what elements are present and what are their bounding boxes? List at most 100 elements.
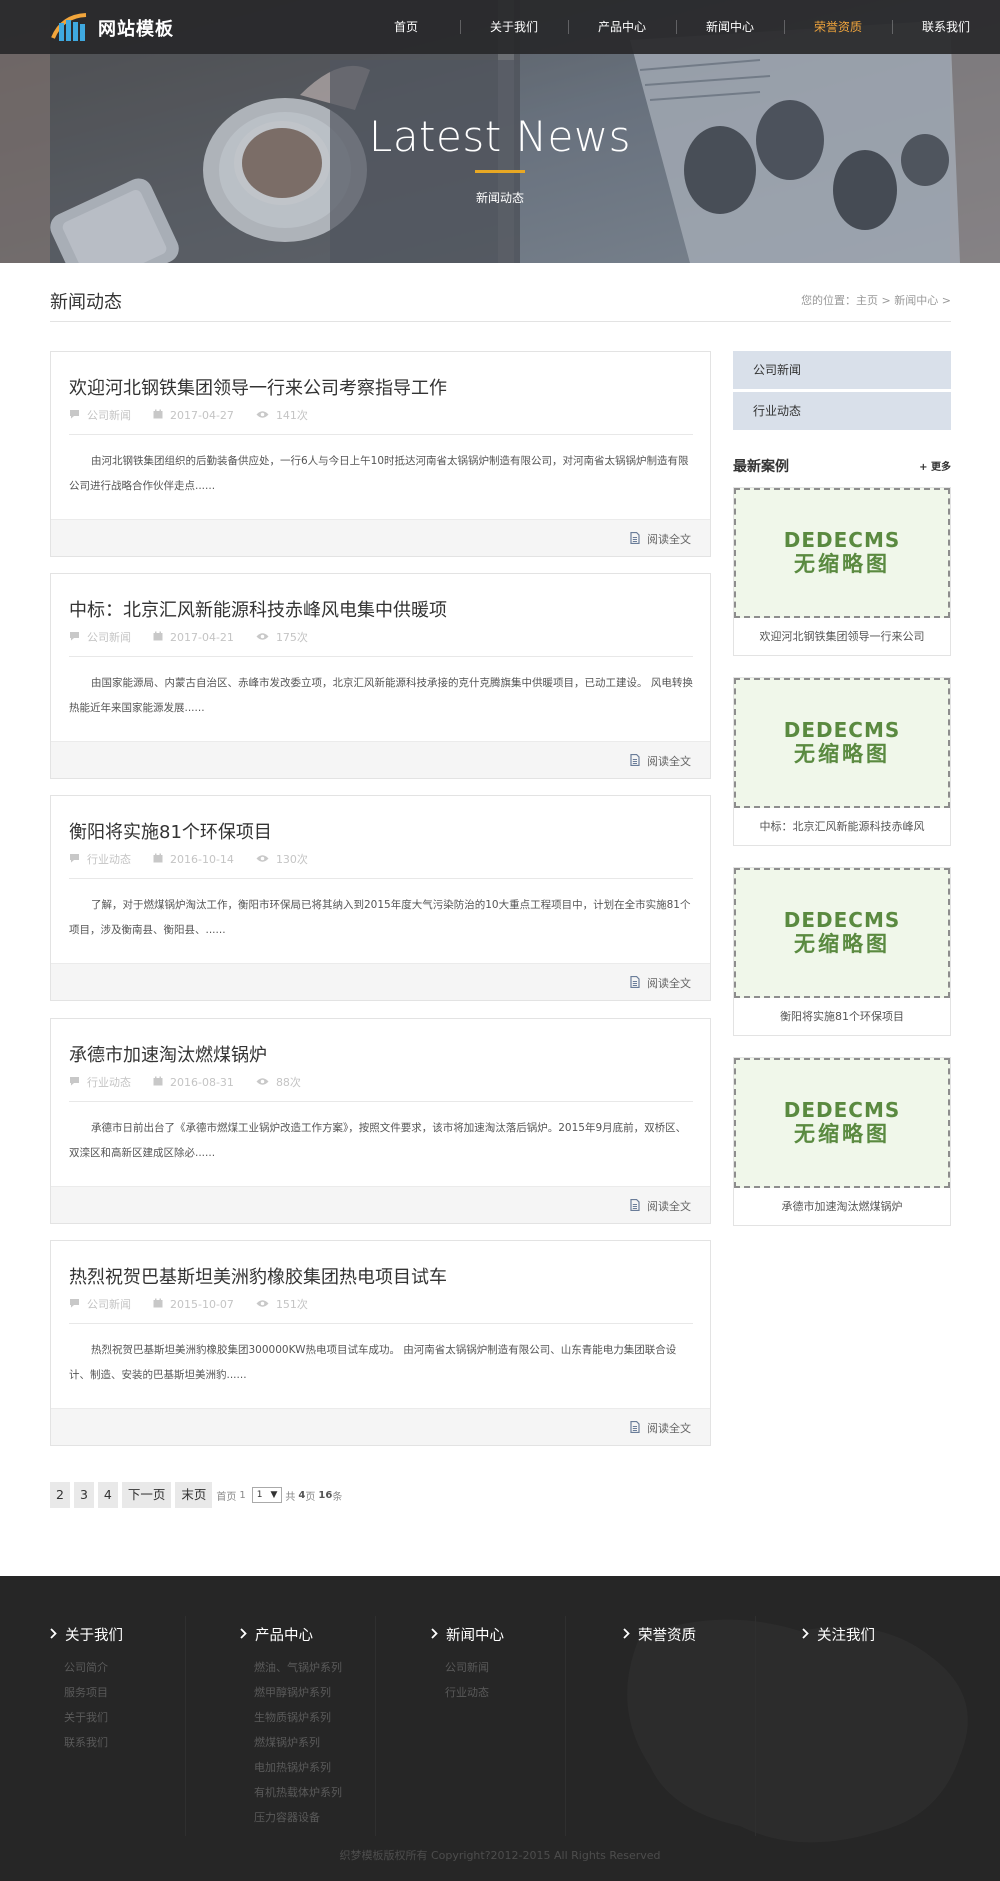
- case-card[interactable]: DEDECMS 无缩略图欢迎河北钢铁集团领导一行来公司: [733, 487, 951, 656]
- thumbnail-text-line1: DEDECMS: [783, 528, 901, 552]
- breadcrumb[interactable]: 您的位置：主页 > 新闻中心 >: [801, 292, 951, 308]
- banner-underline: [475, 170, 525, 173]
- footer-heading-text: 新闻中心: [446, 1628, 504, 1644]
- total-prefix: 共: [285, 1491, 296, 1503]
- article-category: 行业动态: [69, 1074, 131, 1090]
- article-divider: [69, 656, 693, 657]
- article-meta: 公司新闻 2017-04-21 175次: [69, 629, 330, 645]
- footer-link[interactable]: 电加热锅炉系列: [254, 1755, 342, 1780]
- article-footer: 阅读全文: [51, 741, 710, 778]
- news-article-card: 中标：北京汇风新能源科技赤峰风电集中供暖项 公司新闻 2017-04-21 175次由…: [50, 573, 711, 779]
- eye-icon: [256, 409, 269, 422]
- article-category: 行业动态: [69, 851, 131, 867]
- article-category-text: 行业动态: [87, 1076, 131, 1089]
- article-footer: 阅读全文: [51, 1408, 710, 1445]
- footer-link[interactable]: 生物质锅炉系列: [254, 1705, 342, 1730]
- footer-link[interactable]: 公司简介: [64, 1655, 123, 1680]
- footer-link-list: 公司新闻 行业动态: [431, 1655, 504, 1705]
- footer-heading-text: 荣誉资质: [638, 1628, 696, 1644]
- nav-item-honors[interactable]: 荣誉资质: [784, 0, 892, 54]
- read-more-link[interactable]: 阅读全文: [630, 1420, 691, 1436]
- footer-link[interactable]: 服务项目: [64, 1680, 123, 1705]
- case-thumbnail: DEDECMS 无缩略图: [734, 1058, 950, 1188]
- chevron-right-icon: [623, 1627, 630, 1643]
- article-date: 2016-10-14: [153, 853, 234, 866]
- case-card[interactable]: DEDECMS 无缩略图 承德市加速淘汰燃煤锅炉: [733, 1057, 951, 1226]
- footer-column-heading[interactable]: 荣誉资质: [623, 1624, 696, 1645]
- total-items: 16: [318, 1489, 333, 1501]
- footer-heading-text: 关注我们: [817, 1628, 875, 1644]
- footer-heading-text: 产品中心: [255, 1628, 313, 1644]
- sidebar-category-industry-news[interactable]: 行业动态: [733, 392, 951, 430]
- footer-link[interactable]: 有机热载体炉系列: [254, 1780, 342, 1805]
- footer-link[interactable]: 燃甲醇锅炉系列: [254, 1680, 342, 1705]
- nav-item-news[interactable]: 新闻中心: [676, 0, 784, 54]
- thumbnail-text-line2: 无缩略图: [794, 1122, 890, 1146]
- footer-column-heading[interactable]: 新闻中心: [431, 1624, 504, 1645]
- footer-link[interactable]: 公司新闻: [445, 1655, 504, 1680]
- nav-item-about[interactable]: 关于我们: [460, 0, 568, 54]
- page-link-4[interactable]: 4: [97, 1482, 118, 1508]
- next-page-button[interactable]: 下一页: [121, 1482, 172, 1508]
- latest-cases-more-link[interactable]: + 更多: [919, 458, 951, 473]
- latest-cases-header: 最新案例 + 更多: [733, 454, 951, 479]
- nav-item-home[interactable]: 首页: [352, 0, 460, 54]
- footer-column: 新闻中心公司新闻 行业动态: [431, 1624, 504, 1705]
- footer-link[interactable]: 关于我们: [64, 1705, 123, 1730]
- case-caption[interactable]: 欢迎河北钢铁集团领导一行来公司: [734, 618, 950, 655]
- article-views: 151次: [256, 1296, 308, 1312]
- article-date: 2016-08-31: [153, 1076, 234, 1089]
- footer-column: 荣誉资质: [623, 1624, 696, 1655]
- footer-column-heading[interactable]: 关注我们: [802, 1624, 875, 1645]
- case-caption[interactable]: 中标：北京汇风新能源科技赤峰风: [734, 808, 950, 845]
- site-logo[interactable]: 网站模板: [50, 8, 174, 48]
- article-divider: [69, 1101, 693, 1102]
- read-more-link[interactable]: 阅读全文: [630, 531, 691, 547]
- page-link-3[interactable]: 3: [73, 1482, 94, 1508]
- read-more-label: 阅读全文: [647, 755, 691, 768]
- footer-link[interactable]: 压力容器设备: [254, 1805, 342, 1830]
- logo-mark-icon: [50, 11, 92, 45]
- footer-divider: [565, 1616, 566, 1836]
- last-page-button[interactable]: 末页: [175, 1482, 213, 1508]
- nav-item-products[interactable]: 产品中心: [568, 0, 676, 54]
- case-caption[interactable]: 承德市加速淘汰燃煤锅炉: [734, 1188, 950, 1225]
- read-more-link[interactable]: 阅读全文: [630, 975, 691, 991]
- article-title[interactable]: 热烈祝贺巴基斯坦美洲豹橡胶集团热电项目试车: [69, 1263, 447, 1289]
- article-title[interactable]: 欢迎河北钢铁集团领导一行来公司考察指导工作: [69, 374, 447, 400]
- first-page-label: 首页: [216, 1491, 237, 1503]
- footer-column-heading[interactable]: 关于我们: [50, 1624, 123, 1645]
- page-select-value: 1: [256, 1490, 263, 1500]
- eye-icon: [256, 631, 269, 644]
- eye-icon: [256, 1076, 269, 1089]
- footer-column: 关于我们 公司简介 服务项目 关于我们 联系我们: [50, 1624, 123, 1755]
- page-select[interactable]: 1 ▼: [251, 1487, 283, 1503]
- article-title[interactable]: 承德市加速淘汰燃煤锅炉: [69, 1041, 267, 1067]
- banner-title: Latest News: [368, 112, 632, 161]
- sidebar-category-company-news[interactable]: 公司新闻: [733, 351, 951, 389]
- case-card[interactable]: DEDECMS 无缩略图 中标：北京汇风新能源科技赤峰风: [733, 677, 951, 846]
- footer-link[interactable]: 燃煤锅炉系列: [254, 1730, 342, 1755]
- article-category-text: 公司新闻: [87, 631, 131, 644]
- footer-column: 关注我们: [802, 1624, 875, 1655]
- article-title[interactable]: 衡阳将实施81个环保项目: [69, 818, 272, 844]
- read-more-link[interactable]: 阅读全文: [630, 753, 691, 769]
- case-caption[interactable]: 衡阳将实施81个环保项目: [734, 998, 950, 1035]
- page-link-2[interactable]: 2: [50, 1482, 70, 1508]
- article-views-text: 141次: [275, 409, 308, 422]
- article-footer: 阅读全文: [51, 519, 710, 556]
- footer-column-heading[interactable]: 产品中心: [240, 1624, 342, 1645]
- eye-icon: [256, 853, 269, 866]
- document-icon: [630, 1198, 640, 1214]
- read-more-link[interactable]: 阅读全文: [630, 1198, 691, 1214]
- thumbnail-text-line2: 无缩略图: [794, 552, 890, 576]
- article-title[interactable]: 中标：北京汇风新能源科技赤峰风电集中供暖项: [69, 596, 447, 622]
- comment-icon: [69, 1298, 80, 1311]
- copyright: 织梦模板版权所有 Copyright?2012-2015 All Rights …: [339, 1849, 661, 1862]
- footer-link[interactable]: 燃油、气锅炉系列: [254, 1655, 342, 1680]
- footer-link[interactable]: 行业动态: [445, 1680, 504, 1705]
- footer-link[interactable]: 联系我们: [64, 1730, 123, 1755]
- case-card[interactable]: DEDECMS 无缩略图 衡阳将实施81个环保项目: [733, 867, 951, 1036]
- nav-item-contact[interactable]: 联系我们: [892, 0, 1000, 54]
- calendar-icon: [153, 409, 163, 422]
